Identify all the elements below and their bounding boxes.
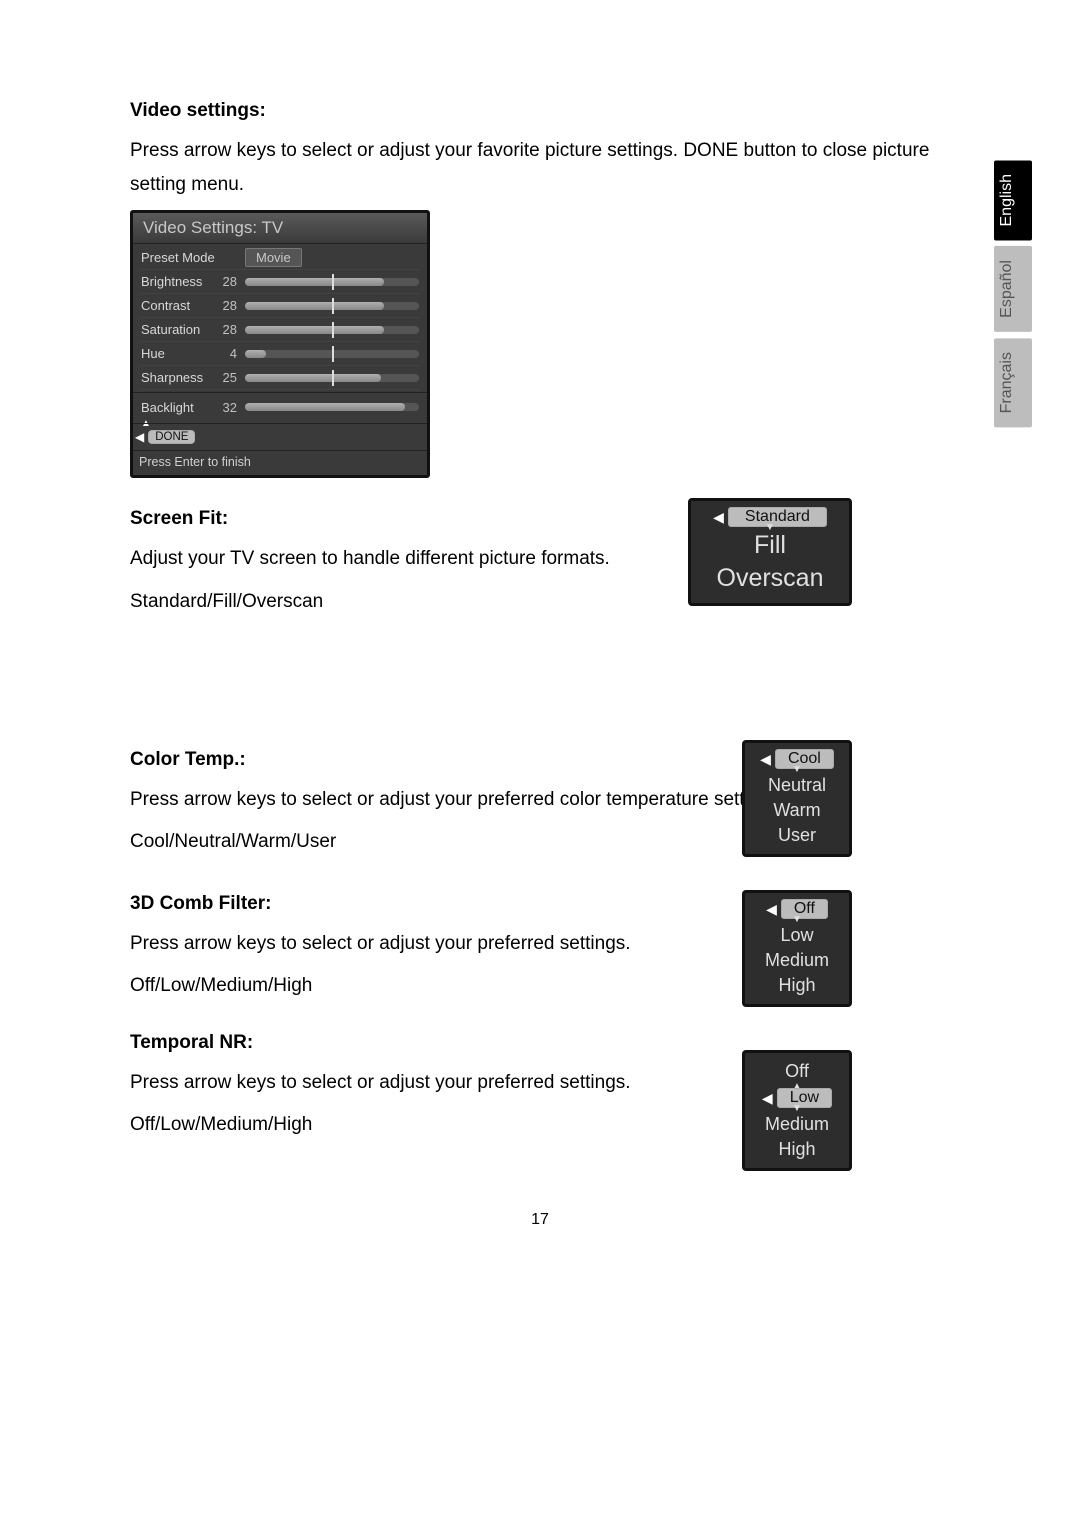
hue-label: Hue — [141, 346, 217, 361]
page-number: 17 — [531, 1211, 549, 1229]
hue-row[interactable]: Hue 4 — [141, 342, 419, 366]
sharpness-slider[interactable] — [245, 374, 419, 382]
preset-mode-row[interactable]: Preset Mode Movie — [141, 246, 419, 270]
video-settings-footer: Press Enter to finish — [133, 451, 427, 475]
brightness-slider[interactable] — [245, 278, 419, 286]
hue-value: 4 — [217, 346, 245, 361]
comb-option-high[interactable]: High — [751, 973, 843, 998]
color-temp-option-user[interactable]: User — [751, 823, 843, 848]
comb-option-low[interactable]: Low — [751, 923, 843, 948]
video-settings-panel-header: Video Settings: TV — [133, 213, 427, 244]
arrow-left-icon: ◀ — [762, 1090, 773, 1107]
temporal-option-medium[interactable]: Medium — [751, 1112, 843, 1137]
contrast-value: 28 — [217, 298, 245, 313]
saturation-value: 28 — [217, 322, 245, 337]
screen-fit-menu: ◀ Standard ▼ Fill Overscan — [688, 498, 852, 606]
color-temp-menu: ◀ Cool ▼ Neutral Warm User — [742, 740, 852, 857]
saturation-label: Saturation — [141, 322, 217, 337]
language-tabs: English Español Français — [994, 160, 1032, 428]
sharpness-label: Sharpness — [141, 370, 217, 385]
contrast-label: Contrast — [141, 298, 217, 313]
comb-option-medium[interactable]: Medium — [751, 948, 843, 973]
arrow-left-icon: ◀ — [766, 901, 777, 918]
sharpness-value: 25 — [217, 370, 245, 385]
saturation-row[interactable]: Saturation 28 — [141, 318, 419, 342]
temporal-nr-menu: Off ▲ ◀ Low ▼ Medium High — [742, 1050, 852, 1171]
backlight-label: Backlight — [141, 400, 217, 415]
video-settings-body: Press arrow keys to select or adjust you… — [130, 134, 950, 202]
hue-slider[interactable] — [245, 350, 419, 358]
section-video-settings: Video settings: Press arrow keys to sele… — [130, 100, 950, 478]
contrast-slider[interactable] — [245, 302, 419, 310]
backlight-value: 32 — [217, 400, 245, 415]
backlight-row[interactable]: Backlight 32 — [141, 395, 419, 419]
lang-tab-english[interactable]: English — [994, 160, 1032, 240]
saturation-slider[interactable] — [245, 326, 419, 334]
temporal-option-high[interactable]: High — [751, 1137, 843, 1162]
lang-tab-francais[interactable]: Français — [994, 338, 1032, 427]
arrow-left-icon: ◀ — [760, 751, 771, 768]
backlight-slider[interactable] — [245, 403, 419, 411]
brightness-row[interactable]: Brightness 28 — [141, 270, 419, 294]
color-temp-option-warm[interactable]: Warm — [751, 798, 843, 823]
video-settings-heading: Video settings: — [130, 100, 950, 122]
done-button[interactable]: DONE — [148, 430, 195, 444]
preset-mode-value[interactable]: Movie — [245, 248, 302, 267]
video-settings-panel: Video Settings: TV Preset Mode Movie Bri… — [130, 210, 430, 478]
sharpness-row[interactable]: Sharpness 25 — [141, 366, 419, 390]
color-temp-option-neutral[interactable]: Neutral — [751, 773, 843, 798]
arrow-left-icon: ◀ — [135, 430, 144, 444]
screen-fit-option-overscan[interactable]: Overscan — [697, 564, 843, 597]
brightness-label: Brightness — [141, 274, 217, 289]
comb-filter-menu: ◀ Off ▼ Low Medium High — [742, 890, 852, 1007]
brightness-value: 28 — [217, 274, 245, 289]
arrow-left-icon: ◀ — [713, 509, 724, 526]
contrast-row[interactable]: Contrast 28 — [141, 294, 419, 318]
preset-mode-label: Preset Mode — [141, 251, 217, 265]
lang-tab-espanol[interactable]: Español — [994, 246, 1032, 332]
screen-fit-option-fill[interactable]: Fill — [697, 531, 843, 564]
